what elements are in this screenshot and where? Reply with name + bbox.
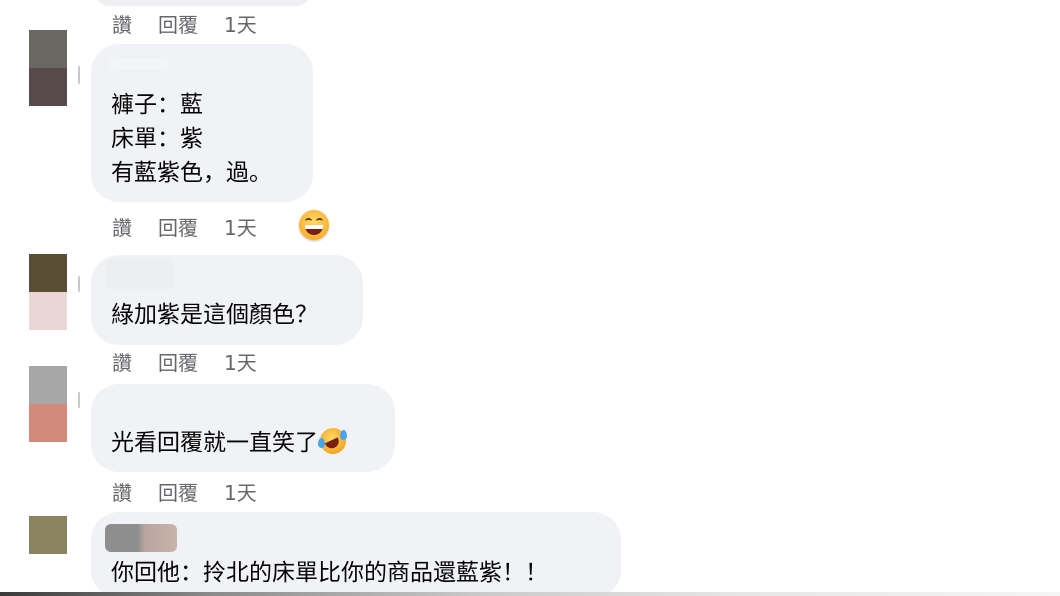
bottom-edge-shadow xyxy=(0,592,1060,596)
reply-button[interactable]: 回覆 xyxy=(158,477,198,506)
previous-comment-bubble xyxy=(96,0,310,6)
grinning-face-emoji-icon[interactable] xyxy=(299,210,329,240)
emoji-mouth xyxy=(305,225,323,235)
comment-text-line: 綠加紫是這個顏色？ xyxy=(111,302,318,328)
comment-thread: 讚 回覆 1天 褲子：藍 床單：紫 有藍紫色，過。 讚 回覆 1天 綠加紫是這個… xyxy=(0,0,1060,596)
author-name-blurred[interactable] xyxy=(109,58,169,70)
avatar[interactable] xyxy=(29,516,67,592)
divider xyxy=(78,66,80,84)
author-name-blurred[interactable] xyxy=(105,259,175,289)
comment-text-line: 你回他：拎北的床單比你的商品還藍紫！！ xyxy=(111,560,548,586)
timestamp[interactable]: 1天 xyxy=(224,347,257,376)
comment-text-line: 有藍紫色，過。 xyxy=(111,160,272,186)
comment-bubble: 你回他：拎北的床單比你的商品還藍紫！！ xyxy=(91,512,621,596)
timestamp[interactable]: 1天 xyxy=(224,212,257,241)
emoji-tear xyxy=(340,430,347,440)
emoji-eye xyxy=(316,218,323,224)
avatar[interactable] xyxy=(29,366,67,442)
timestamp[interactable]: 1天 xyxy=(224,477,257,506)
like-button[interactable]: 讚 xyxy=(112,9,132,38)
comment-actions: 讚 回覆 1天 xyxy=(112,211,287,241)
rolling-on-floor-laughing-emoji-icon xyxy=(315,423,351,459)
reply-button[interactable]: 回覆 xyxy=(158,212,198,241)
comment-actions: 讚 回覆 1天 xyxy=(112,476,287,506)
emoji-eye xyxy=(305,218,312,224)
reply-button[interactable]: 回覆 xyxy=(158,347,198,376)
like-button[interactable]: 讚 xyxy=(112,212,132,241)
comment-bubble: 綠加紫是這個顏色？ xyxy=(91,255,363,345)
comment-actions: 讚 回覆 1天 xyxy=(112,8,287,38)
author-name-blurred[interactable] xyxy=(105,524,177,552)
comment-text-line: 褲子：藍 xyxy=(111,92,203,118)
like-button[interactable]: 讚 xyxy=(112,347,132,376)
comment-text-line: 光看回覆就一直笑了 xyxy=(111,423,351,459)
timestamp[interactable]: 1天 xyxy=(224,9,257,38)
reply-button[interactable]: 回覆 xyxy=(158,9,198,38)
comment-bubble: 褲子：藍 床單：紫 有藍紫色，過。 xyxy=(91,44,313,202)
divider xyxy=(78,276,80,292)
divider xyxy=(78,392,80,408)
comment-text-line: 床單：紫 xyxy=(111,126,203,152)
comment-text: 光看回覆就一直笑了 xyxy=(111,430,318,456)
comment-actions: 讚 回覆 1天 xyxy=(112,346,287,376)
like-button[interactable]: 讚 xyxy=(112,477,132,506)
comment-bubble: 光看回覆就一直笑了 xyxy=(91,384,395,472)
avatar[interactable] xyxy=(29,30,67,106)
avatar[interactable] xyxy=(29,254,67,330)
